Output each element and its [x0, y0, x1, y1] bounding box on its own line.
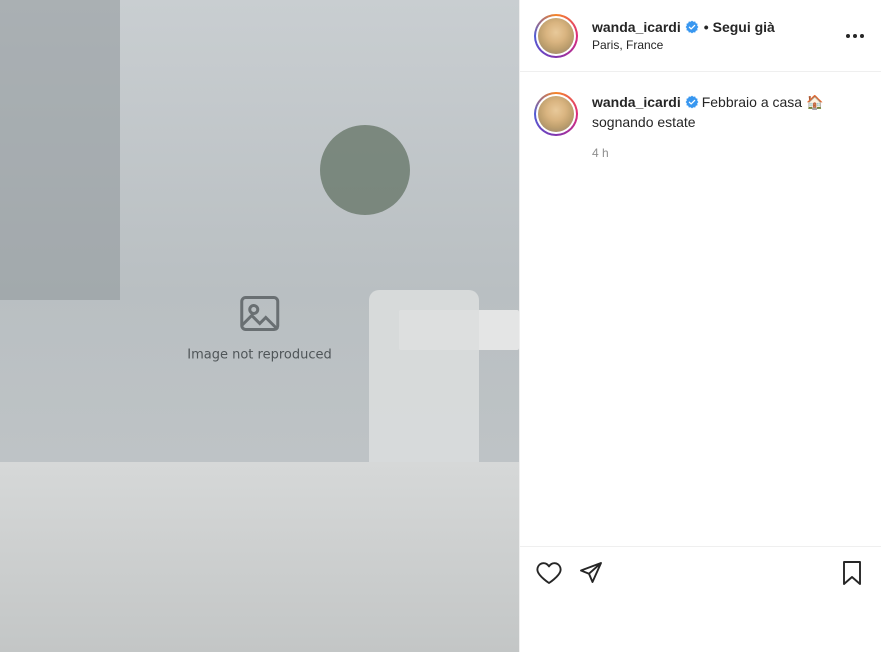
verified-badge-icon — [685, 95, 699, 109]
media-background-plant — [320, 125, 410, 215]
post-header: wanda_icardi • Segui già Paris, France — [520, 0, 881, 72]
bookmark-icon — [843, 560, 861, 585]
more-options-icon — [846, 33, 864, 38]
action-bar — [520, 546, 881, 598]
caption-avatar-image — [538, 96, 574, 132]
media-background-floor — [0, 462, 519, 652]
post-sidebar: wanda_icardi • Segui già Paris, France w… — [519, 0, 881, 652]
media-background-chair — [369, 290, 479, 490]
send-icon — [580, 561, 602, 583]
post-modal: Image not reproduced wanda_icardi • Segu… — [0, 0, 881, 652]
share-button[interactable] — [576, 558, 606, 588]
media-placeholder: Image not reproduced — [187, 290, 332, 363]
follow-button[interactable]: Segui già — [713, 19, 775, 35]
like-button[interactable] — [534, 558, 564, 588]
avatar[interactable] — [534, 13, 578, 58]
post-timestamp[interactable]: 4 h — [592, 146, 852, 160]
separator-dot: • — [703, 19, 709, 35]
save-button[interactable] — [837, 558, 867, 588]
caption-username-link[interactable]: wanda_icardi — [592, 94, 681, 110]
media-placeholder-label: Image not reproduced — [187, 347, 332, 363]
media-background-wall — [0, 0, 120, 300]
post-media: Image not reproduced — [0, 0, 519, 652]
location-link[interactable]: Paris, France — [592, 38, 843, 52]
image-icon — [239, 296, 279, 331]
avatar-image — [538, 17, 574, 54]
header-username-link[interactable]: wanda_icardi — [592, 19, 681, 35]
heart-icon — [536, 561, 562, 584]
caption-avatar[interactable] — [534, 92, 578, 136]
verified-badge-icon — [685, 20, 699, 34]
more-options-button[interactable] — [843, 24, 867, 48]
caption-comment: wanda_icardi Febbraio a casa 🏠 sognando … — [534, 92, 867, 160]
